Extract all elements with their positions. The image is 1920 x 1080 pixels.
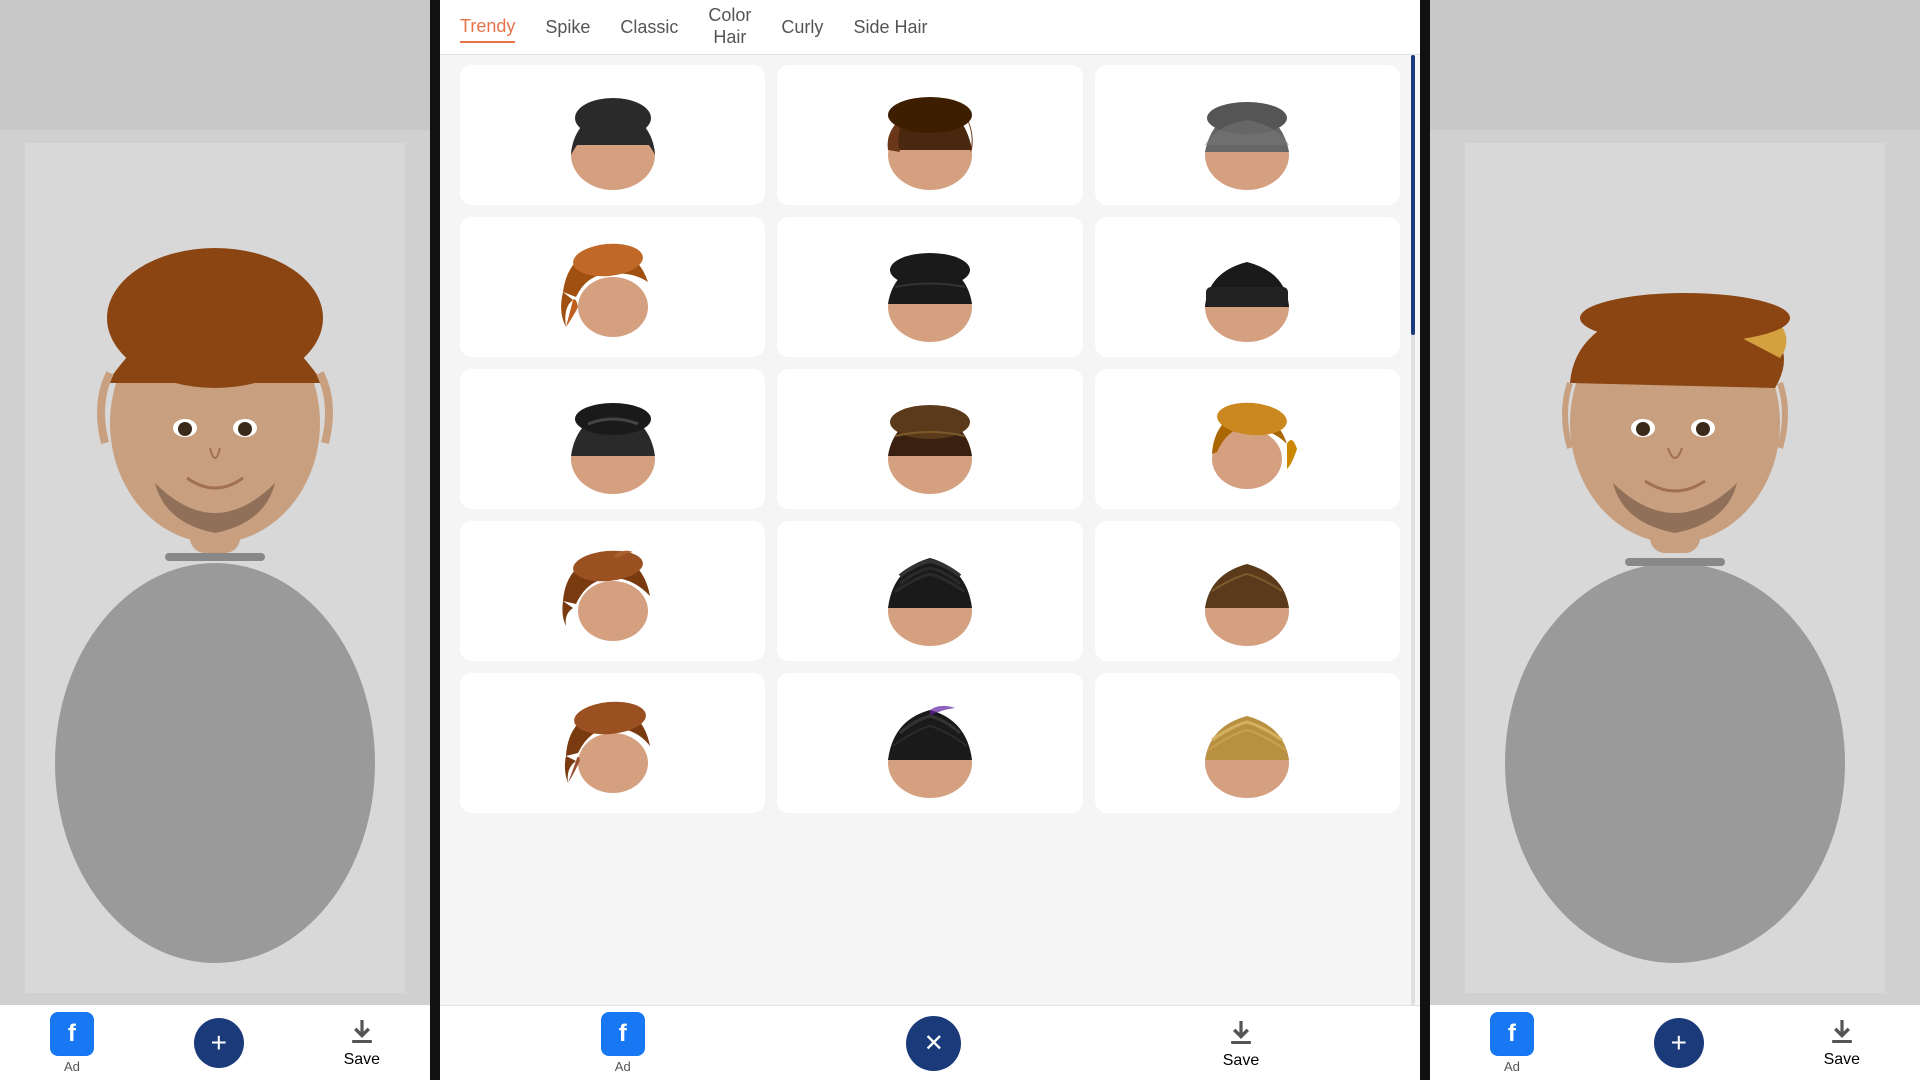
left-save-button[interactable]: Save — [344, 1016, 380, 1069]
right-save-label: Save — [1824, 1051, 1860, 1069]
hair-style-3[interactable] — [1095, 65, 1400, 205]
hair-style-15[interactable] — [1095, 673, 1400, 813]
scrollbar-track[interactable] — [1411, 55, 1415, 1005]
hair-style-9[interactable] — [1095, 369, 1400, 509]
right-panel: f Ad + Save — [1430, 0, 1920, 1080]
hair-style-5-preview — [875, 232, 985, 342]
hair-style-10[interactable] — [460, 521, 765, 661]
center-save-icon — [1225, 1017, 1257, 1049]
center-fb-button[interactable]: f Ad — [601, 1012, 645, 1074]
right-save-icon — [1826, 1016, 1858, 1048]
tab-classic[interactable]: Classic — [620, 13, 678, 42]
hair-style-13[interactable] — [460, 673, 765, 813]
tab-bar: Trendy Spike Classic ColorHair Curly Sid… — [440, 0, 1420, 55]
center-close-button[interactable]: ✕ — [906, 1016, 961, 1071]
hair-style-13-preview — [558, 688, 668, 798]
hair-style-3-preview — [1192, 80, 1302, 190]
right-person-illustration — [1465, 143, 1885, 993]
hair-style-14-preview — [875, 688, 985, 798]
hair-style-8-preview — [875, 384, 985, 494]
tab-color-hair[interactable]: ColorHair — [708, 1, 751, 52]
right-fb-button[interactable]: f Ad — [1490, 1012, 1534, 1074]
hair-style-8[interactable] — [777, 369, 1082, 509]
hair-style-grid — [460, 65, 1400, 813]
hair-style-7-preview — [558, 384, 668, 494]
left-ad-label: Ad — [64, 1059, 80, 1074]
center-save-button[interactable]: Save — [1223, 1017, 1259, 1070]
left-panel: f Ad + Save — [0, 0, 430, 1080]
center-bottom-bar: f Ad ✕ Save — [440, 1005, 1420, 1080]
right-bottom-bar: f Ad + Save — [1430, 1005, 1920, 1080]
hair-style-7[interactable] — [460, 369, 765, 509]
hair-style-11[interactable] — [777, 521, 1082, 661]
left-person-illustration — [25, 143, 405, 993]
hair-style-11-preview — [875, 536, 985, 646]
hair-style-2[interactable] — [777, 65, 1082, 205]
tab-spike[interactable]: Spike — [545, 13, 590, 42]
hair-style-2-preview — [875, 80, 985, 190]
left-plus-button[interactable]: + — [194, 1018, 244, 1068]
hair-style-14[interactable] — [777, 673, 1082, 813]
right-fb-icon[interactable]: f — [1490, 1012, 1534, 1056]
right-save-button[interactable]: Save — [1824, 1016, 1860, 1069]
center-save-label: Save — [1223, 1052, 1259, 1070]
tab-trendy[interactable]: Trendy — [460, 12, 515, 43]
hair-style-5[interactable] — [777, 217, 1082, 357]
right-ad-label: Ad — [1504, 1059, 1520, 1074]
right-separator — [1420, 0, 1430, 1080]
scrollbar-thumb[interactable] — [1411, 55, 1415, 335]
tab-side-hair[interactable]: Side Hair — [853, 13, 927, 42]
center-fb-icon[interactable]: f — [601, 1012, 645, 1056]
hair-style-1[interactable] — [460, 65, 765, 205]
tab-curly[interactable]: Curly — [781, 13, 823, 42]
hair-style-6-preview — [1192, 232, 1302, 342]
hair-grid-container[interactable] — [440, 55, 1420, 1005]
left-fb-button[interactable]: f Ad — [50, 1012, 94, 1074]
center-panel: Trendy Spike Classic ColorHair Curly Sid… — [440, 0, 1420, 1080]
left-save-label: Save — [344, 1051, 380, 1069]
hair-style-12[interactable] — [1095, 521, 1400, 661]
left-separator — [430, 0, 440, 1080]
left-bottom-bar: f Ad + Save — [0, 1005, 430, 1080]
left-fb-icon[interactable]: f — [50, 1012, 94, 1056]
hair-style-6[interactable] — [1095, 217, 1400, 357]
hair-style-4[interactable] — [460, 217, 765, 357]
center-ad-label: Ad — [615, 1059, 631, 1074]
hair-style-10-preview — [558, 536, 668, 646]
hair-style-4-preview — [558, 232, 668, 342]
left-save-icon — [346, 1016, 378, 1048]
hair-style-12-preview — [1192, 536, 1302, 646]
hair-style-1-preview — [558, 80, 668, 190]
hair-style-15-preview — [1192, 688, 1302, 798]
hair-style-9-preview — [1192, 384, 1302, 494]
right-plus-button[interactable]: + — [1654, 1018, 1704, 1068]
